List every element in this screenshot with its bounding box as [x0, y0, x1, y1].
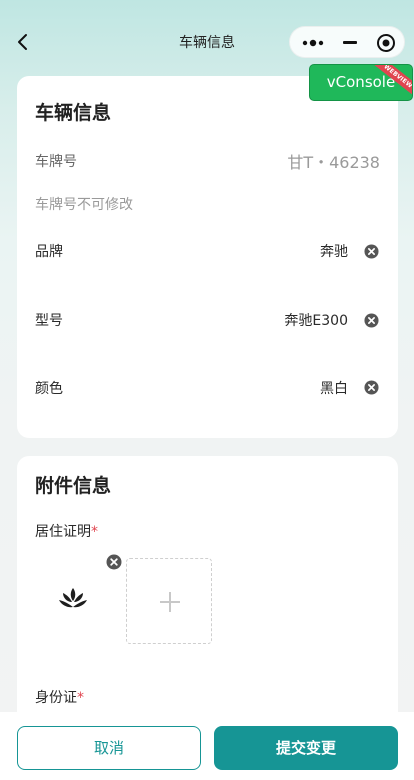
- more-dots-icon[interactable]: [302, 36, 324, 50]
- plus-icon-vertical: [169, 592, 171, 612]
- brand-label: 品牌: [35, 244, 63, 260]
- vconsole-button[interactable]: vConsole WEBVIEW: [309, 64, 413, 101]
- model-clear-icon[interactable]: [364, 313, 379, 328]
- plate-hint: 车牌号不可修改: [35, 197, 133, 213]
- minimize-icon[interactable]: [343, 41, 357, 44]
- vehicle-info-card: 车辆信息 车牌号 甘T・46238 车牌号不可修改 品牌 奔驰 型号 奔驰E30…: [17, 76, 398, 438]
- vconsole-label: vConsole: [326, 73, 396, 91]
- bottom-action-bar: 取消 提交变更: [0, 712, 414, 780]
- residence-proof-text: 居住证明: [35, 524, 91, 540]
- id-card-label: 身份证*: [35, 687, 84, 707]
- upload-image-button[interactable]: [126, 558, 212, 644]
- uploaded-image-thumbnail[interactable]: [33, 580, 113, 620]
- required-mark: *: [91, 524, 98, 540]
- color-label: 颜色: [35, 381, 63, 397]
- submit-change-button[interactable]: 提交变更: [214, 726, 398, 770]
- attachment-section-title: 附件信息: [35, 475, 112, 497]
- id-card-text: 身份证: [35, 690, 77, 706]
- color-input[interactable]: 黑白: [320, 378, 348, 398]
- delete-image-icon[interactable]: [106, 554, 122, 570]
- plate-value: 甘T・46238: [287, 153, 380, 172]
- model-label: 型号: [35, 313, 63, 329]
- cancel-button[interactable]: 取消: [17, 726, 201, 770]
- lotus-icon: [59, 588, 87, 608]
- plate-label: 车牌号: [35, 154, 77, 170]
- model-input[interactable]: 奔驰E300: [284, 310, 348, 330]
- mini-program-capsule: [289, 26, 405, 58]
- close-target-icon[interactable]: [376, 33, 396, 53]
- vehicle-section-title: 车辆信息: [35, 102, 112, 124]
- residence-proof-label: 居住证明*: [35, 521, 98, 541]
- brand-clear-icon[interactable]: [364, 244, 379, 259]
- color-clear-icon[interactable]: [364, 380, 379, 395]
- brand-input[interactable]: 奔驰: [320, 241, 348, 261]
- required-mark: *: [77, 690, 84, 706]
